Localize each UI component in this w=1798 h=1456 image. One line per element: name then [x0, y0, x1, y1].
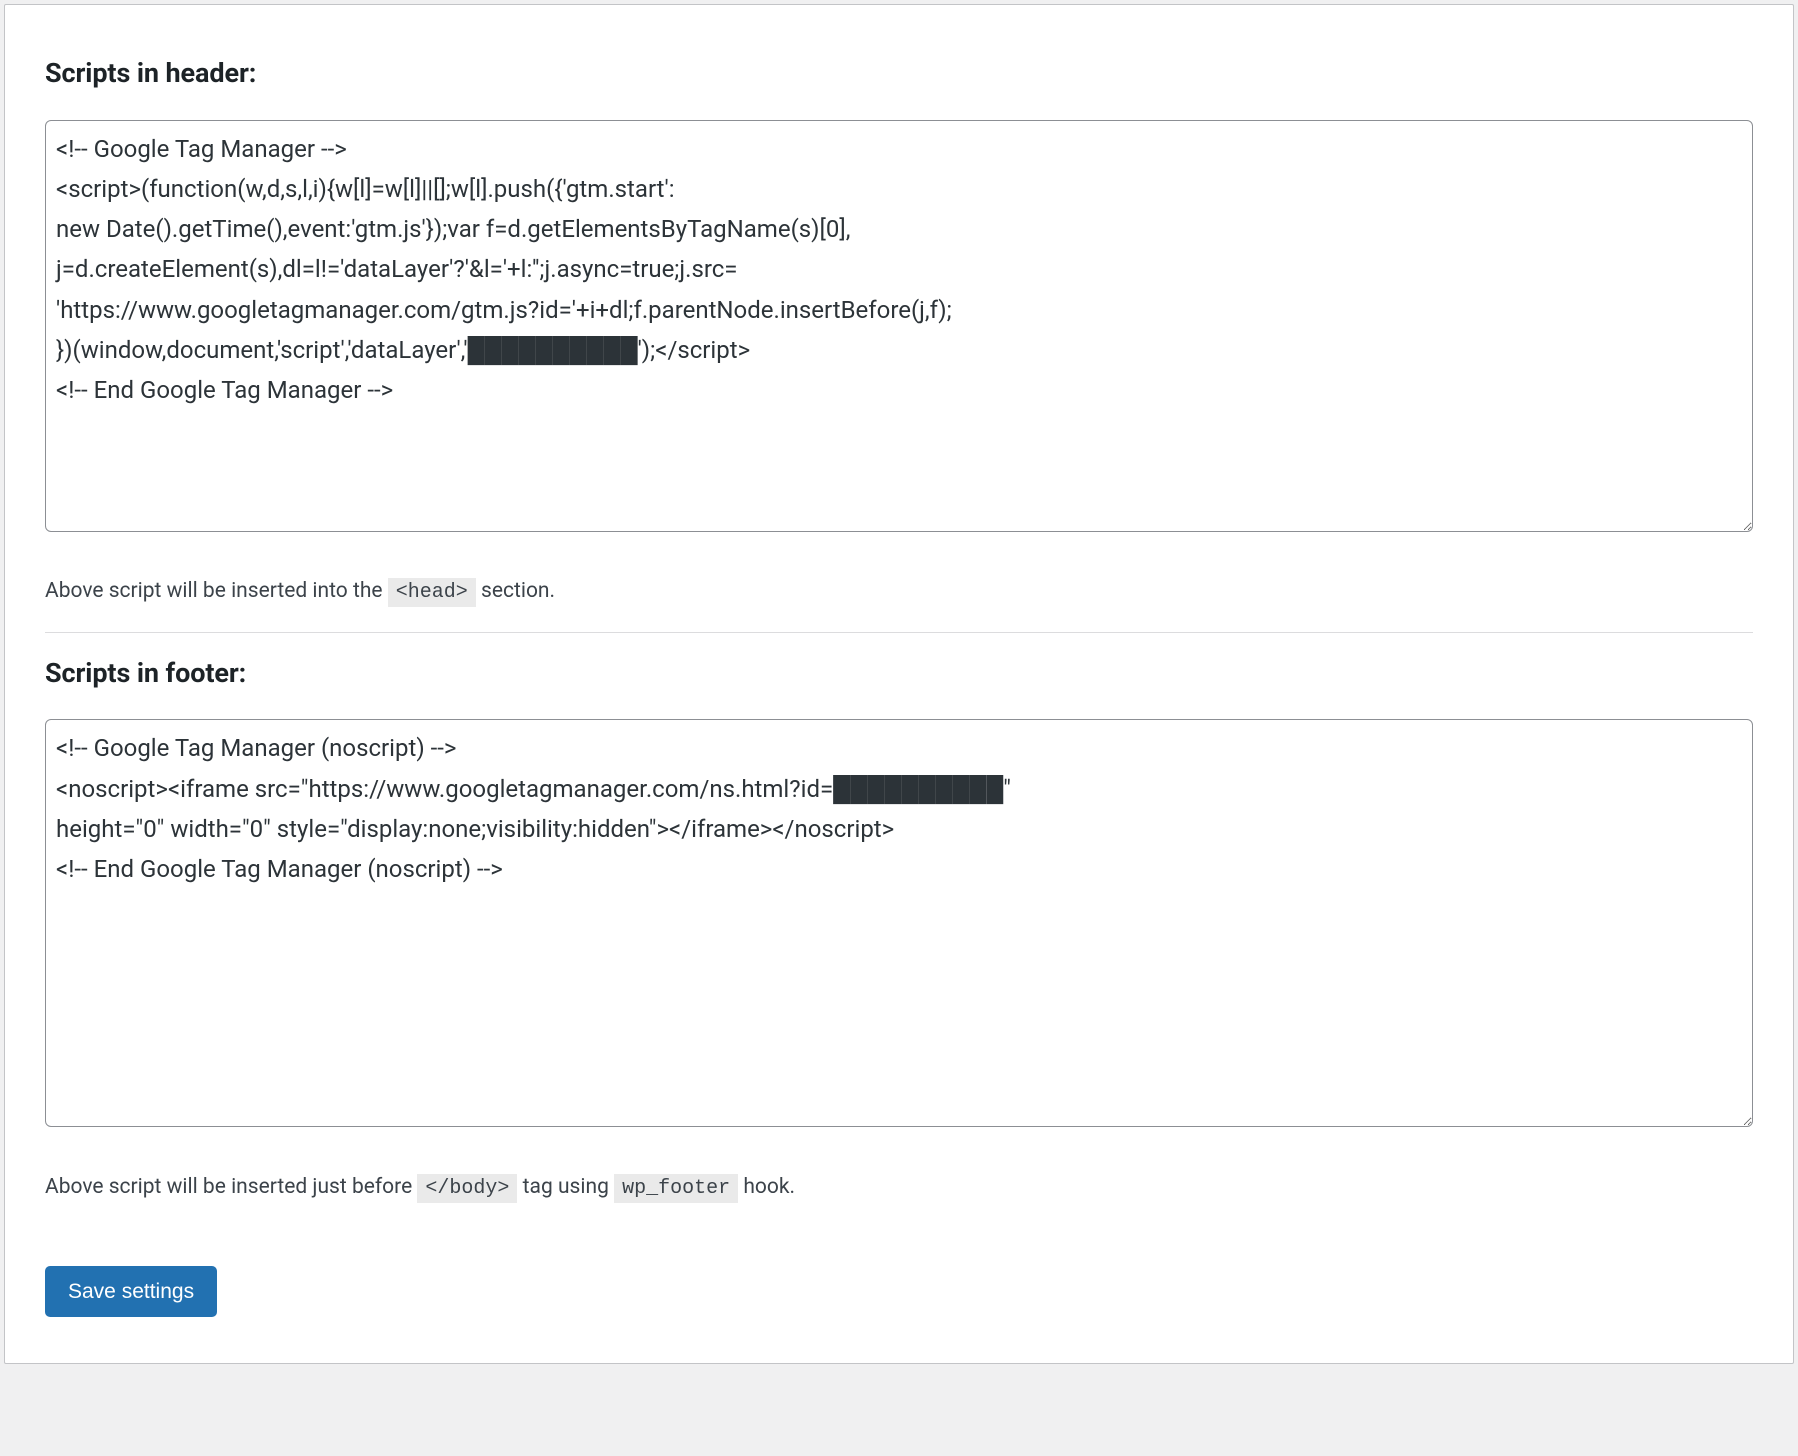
header-scripts-helper: Above script will be inserted into the <… — [45, 576, 1753, 608]
footer-scripts-helper: Above script will be inserted just befor… — [45, 1172, 1753, 1204]
header-scripts-textarea[interactable] — [45, 120, 1753, 532]
header-helper-prefix: Above script will be inserted into the — [45, 579, 388, 603]
header-scripts-heading: Scripts in header: — [45, 53, 1753, 94]
page-root: Scripts in header: Above script will be … — [0, 0, 1798, 1456]
footer-helper-prefix: Above script will be inserted just befor… — [45, 1175, 417, 1199]
footer-scripts-heading: Scripts in footer: — [45, 653, 1753, 694]
footer-helper-mid: tag using — [523, 1175, 614, 1199]
header-helper-code: <head> — [388, 578, 476, 607]
footer-helper-suffix: hook. — [743, 1175, 795, 1199]
footer-scripts-textarea[interactable] — [45, 719, 1753, 1127]
save-settings-button[interactable]: Save settings — [45, 1266, 217, 1317]
settings-panel: Scripts in header: Above script will be … — [4, 4, 1794, 1364]
footer-helper-code-body: </body> — [417, 1174, 517, 1203]
header-helper-suffix: section. — [481, 579, 555, 603]
section-divider — [45, 632, 1753, 633]
footer-helper-code-hook: wp_footer — [614, 1174, 738, 1203]
